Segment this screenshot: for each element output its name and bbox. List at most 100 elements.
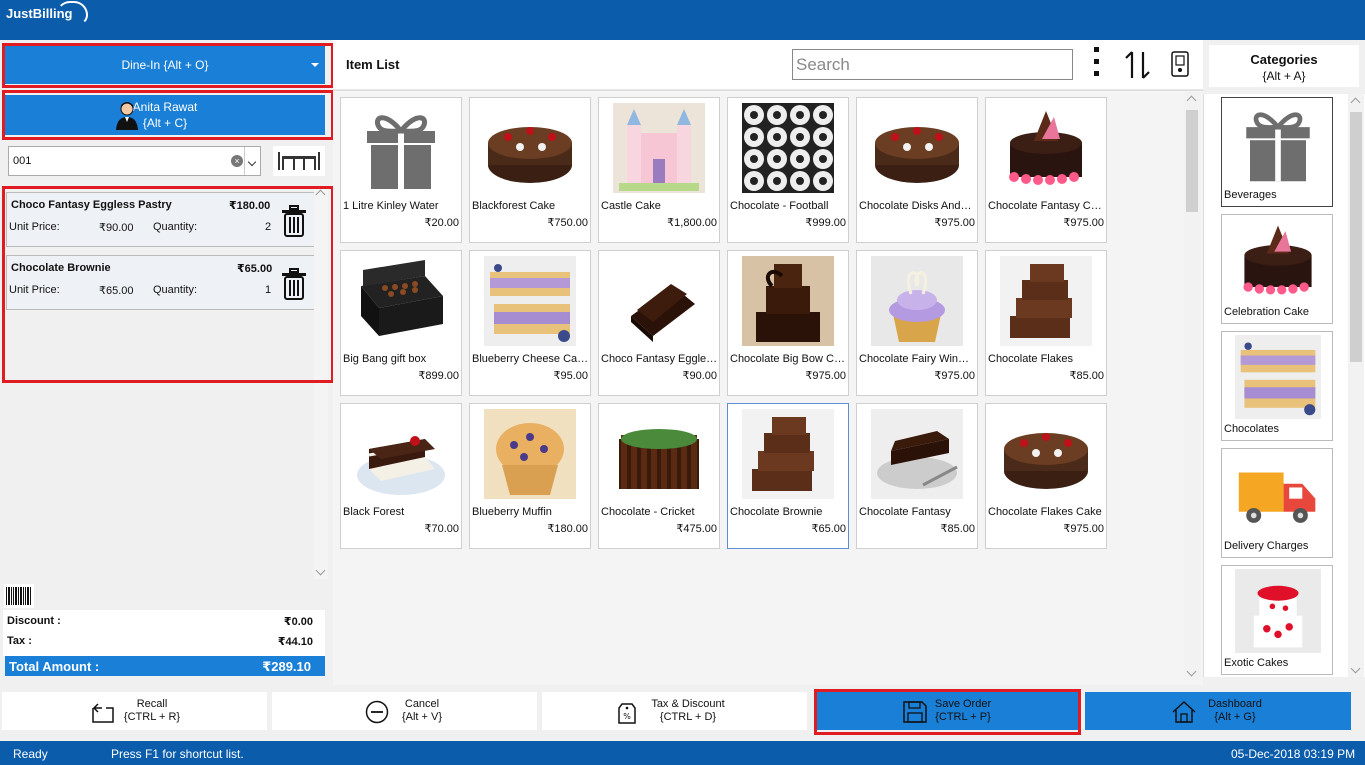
category-name: Celebration Cake — [1224, 306, 1309, 318]
item-image — [355, 103, 447, 193]
scroll-thumb[interactable] — [1350, 112, 1362, 362]
barcode-icon[interactable] — [4, 584, 34, 608]
categories-header[interactable]: Categories {Alt + A} — [1209, 45, 1359, 87]
tax-discount-shortcut: {CTRL + D} — [659, 711, 717, 723]
item-tile[interactable]: Chocolate Brownie ₹65.00 — [727, 403, 849, 549]
category-image — [1235, 101, 1321, 185]
item-image — [742, 256, 834, 346]
item-name: Chocolate Fantasy — [859, 506, 951, 518]
item-image — [742, 103, 834, 193]
item-price: ₹70.00 — [424, 523, 459, 535]
item-tile[interactable]: Chocolate Fantasy ₹85.00 — [856, 403, 978, 549]
dashboard-label: Dashboard — [1208, 698, 1262, 710]
scroll-up-icon[interactable] — [1350, 97, 1361, 108]
tax-discount-button[interactable]: % Tax & Discount {CTRL + D} — [542, 692, 807, 730]
item-name: Chocolate Disks And… — [859, 200, 972, 212]
item-grid-scrollbar[interactable] — [1184, 92, 1200, 680]
item-price: ₹975.00 — [1063, 523, 1104, 535]
categories-title: Categories — [1250, 52, 1318, 67]
scroll-up-icon[interactable] — [1186, 95, 1197, 106]
item-tile[interactable]: Black Forest ₹70.00 — [340, 403, 462, 549]
highlight-order-type — [2, 43, 334, 88]
category-chocolates[interactable]: Chocolates — [1221, 331, 1333, 441]
item-tile[interactable]: Chocolate Fantasy C… ₹975.00 — [985, 97, 1107, 243]
category-delivery-charges[interactable]: Delivery Charges — [1221, 448, 1333, 558]
scroll-thumb[interactable] — [1186, 110, 1198, 212]
item-tile[interactable]: Chocolate - Football ₹999.00 — [727, 97, 849, 243]
item-price: ₹20.00 — [424, 217, 459, 229]
dining-table-icon — [278, 152, 320, 170]
category-name: Delivery Charges — [1224, 540, 1309, 552]
item-name: Black Forest — [343, 506, 405, 518]
item-price: ₹85.00 — [940, 523, 975, 535]
item-price: ₹975.00 — [934, 370, 975, 382]
item-tile[interactable]: Blackforest Cake ₹750.00 — [469, 97, 591, 243]
order-panel: Dine-In {Alt + O} Anita Rawat {Alt + C} … — [0, 40, 334, 685]
action-toolbar: Recall {CTRL + R} Cancel {Alt + V} % Tax… — [0, 685, 1365, 741]
recall-button[interactable]: Recall {CTRL + R} — [2, 692, 267, 730]
item-tile[interactable]: Chocolate Fairy Win… ₹975.00 — [856, 250, 978, 396]
category-exotic-cakes[interactable]: Exotic Cakes — [1221, 565, 1333, 675]
category-beverages[interactable]: Beverages — [1221, 97, 1333, 207]
item-tile[interactable]: Big Bang gift box ₹899.00 — [340, 250, 462, 396]
item-name: Chocolate Flakes — [988, 353, 1073, 365]
category-name: Beverages — [1224, 189, 1277, 201]
more-options-icon[interactable] — [1094, 47, 1100, 81]
table-select[interactable]: 001 × — [8, 146, 261, 176]
item-image — [871, 409, 963, 499]
category-image — [1235, 335, 1321, 419]
scroll-down-icon[interactable] — [1350, 663, 1361, 674]
category-scrollbar[interactable] — [1348, 94, 1364, 677]
item-name: Chocolate Fantasy C… — [988, 200, 1102, 212]
item-image — [1000, 256, 1092, 346]
category-image — [1235, 218, 1321, 302]
item-tile[interactable]: Chocolate Flakes ₹85.00 — [985, 250, 1107, 396]
title-bar: JustBilling — [0, 0, 1365, 40]
cancel-button[interactable]: Cancel {Alt + V} — [272, 692, 537, 730]
search-input[interactable] — [792, 49, 1073, 80]
item-tile[interactable]: Castle Cake ₹1,800.00 — [598, 97, 720, 243]
item-image — [613, 256, 705, 346]
item-tile[interactable]: Blueberry Muffin ₹180.00 — [469, 403, 591, 549]
clear-icon[interactable]: × — [231, 155, 243, 167]
item-tile[interactable]: Chocolate - Cricket ₹475.00 — [598, 403, 720, 549]
dashboard-shortcut: {Alt + G} — [1214, 711, 1256, 723]
item-tile[interactable]: 1 Litre Kinley Water ₹20.00 — [340, 97, 462, 243]
status-text: Ready — [13, 747, 48, 761]
highlight-save-order — [814, 689, 1081, 735]
item-price: ₹899.00 — [418, 370, 459, 382]
item-list-header: Item List — [333, 40, 1203, 90]
status-datetime: 05-Dec-2018 03:19 PM — [1231, 747, 1356, 761]
cancel-label: Cancel — [404, 698, 440, 710]
sort-icon[interactable] — [1123, 48, 1153, 82]
item-price: ₹750.00 — [547, 217, 588, 229]
chevron-down-icon[interactable] — [244, 147, 260, 175]
discount-value: ₹0.00 — [283, 616, 313, 628]
item-image — [1000, 103, 1092, 193]
item-tile[interactable]: Chocolate Flakes Cake ₹975.00 — [985, 403, 1107, 549]
item-tile[interactable]: Chocolate Disks And… ₹975.00 — [856, 97, 978, 243]
category-image — [1235, 569, 1321, 653]
item-price: ₹65.00 — [811, 523, 846, 535]
item-image — [613, 409, 705, 499]
category-celebration-cake[interactable]: Celebration Cake — [1221, 214, 1333, 324]
total-label: Total Amount : — [9, 659, 100, 674]
item-image — [871, 256, 963, 346]
category-image — [1235, 452, 1321, 536]
item-tile[interactable]: Chocolate Big Bow C… ₹975.00 — [727, 250, 849, 396]
scanner-icon[interactable] — [1171, 51, 1189, 77]
item-list-panel: Item List 1 Litre Kinley Water ₹20.00 Blac… — [333, 40, 1203, 685]
item-tile[interactable]: Blueberry Cheese Ca… ₹95.00 — [469, 250, 591, 396]
dashboard-button[interactable]: Dashboard {Alt + G} — [1085, 692, 1351, 730]
item-image — [355, 409, 447, 499]
item-tile[interactable]: Choco Fantasy Eggle… ₹90.00 — [598, 250, 720, 396]
app-logo: JustBilling — [6, 1, 88, 25]
scroll-down-icon[interactable] — [315, 565, 326, 576]
table-layout-button[interactable] — [273, 146, 325, 176]
item-name: Castle Cake — [601, 200, 661, 212]
categories-shortcut: {Alt + A} — [1262, 69, 1306, 83]
item-name: Chocolate Brownie — [730, 506, 823, 518]
scroll-down-icon[interactable] — [1186, 666, 1197, 677]
table-value: 001 — [13, 155, 32, 167]
item-name: Blueberry Muffin — [472, 506, 552, 518]
